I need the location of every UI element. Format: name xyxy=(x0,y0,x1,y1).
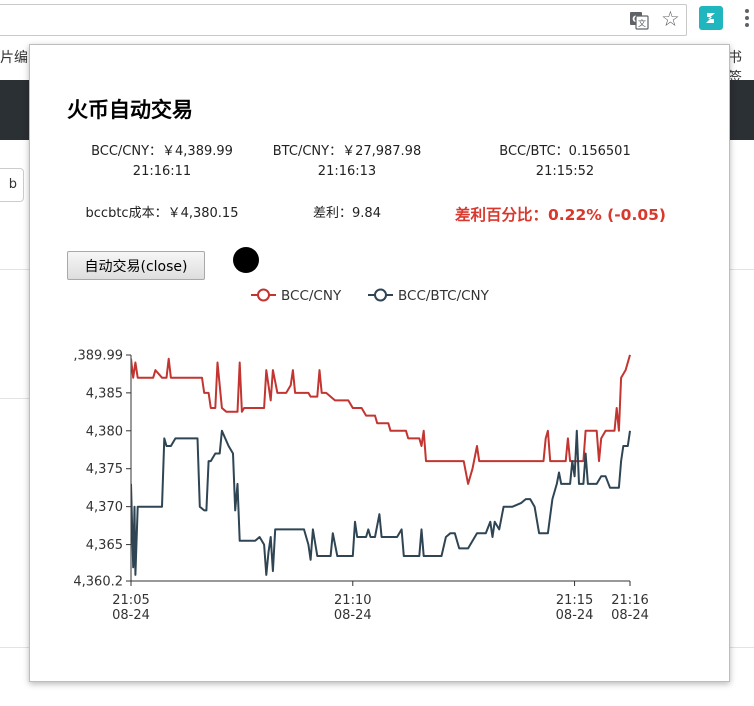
x-tick-label-date: 08-24 xyxy=(334,608,372,623)
legend-label: BCC/BTC/CNY xyxy=(398,288,490,304)
background-navbar xyxy=(0,80,30,140)
series-line-1 xyxy=(131,429,631,576)
popup-title: 火币自动交易 xyxy=(67,98,193,122)
x-tick-label-date: 08-24 xyxy=(112,608,150,623)
legend-marker-circle xyxy=(257,288,270,302)
bookmarks-bar-left[interactable]: 片编 xyxy=(0,47,28,67)
x-tick-label-time: 21:05 xyxy=(112,593,149,608)
y-tick-label: 4,365 xyxy=(86,538,123,553)
price-difference: 差利：9.84 xyxy=(313,206,381,221)
legend-marker-circle xyxy=(374,288,387,302)
bccbtc-cost: bccbtc成本：￥4,380.15 xyxy=(85,206,239,221)
series-line-0 xyxy=(131,354,631,485)
btc-cny-price: BTC/CNY：￥27,987.98 21:16:13 xyxy=(252,142,442,182)
divider xyxy=(0,269,30,270)
divider xyxy=(729,647,754,648)
y-tick-label: 4,385 xyxy=(86,386,123,401)
divider xyxy=(0,398,30,399)
extension-popup: 火币自动交易 BCC/CNY：￥4,389.99 21:16:11 BTC/CN… xyxy=(29,44,730,682)
menu-icon[interactable] xyxy=(745,9,749,29)
y-tick-label: 4,360.2 xyxy=(73,575,123,590)
bcc-btc-price-value: BCC/BTC：0.156501 xyxy=(499,144,631,159)
background-navbar xyxy=(729,80,754,140)
btc-cny-price-value: BTC/CNY：￥27,987.98 xyxy=(272,144,422,159)
x-tick-label-date: 08-24 xyxy=(611,608,649,623)
x-tick-label-time: 21:16 xyxy=(611,593,648,608)
bcc-btc-price: BCC/BTC：0.156501 21:15:52 xyxy=(465,142,665,182)
x-tick-label-date: 08-24 xyxy=(556,608,594,623)
legend-label: BCC/CNY xyxy=(281,288,342,304)
svg-text:文: 文 xyxy=(638,18,646,28)
divider xyxy=(729,269,754,270)
auto-trade-button[interactable]: 自动交易(close) xyxy=(67,251,205,280)
divider xyxy=(0,647,30,648)
x-tick-label-time: 21:15 xyxy=(556,593,593,608)
address-bar[interactable] xyxy=(0,4,687,36)
y-tick-label: 4,375 xyxy=(86,462,123,477)
x-tick-label-time: 21:10 xyxy=(334,593,371,608)
status-indicator-dot xyxy=(233,247,259,273)
bcc-cny-price-value: BCC/CNY：￥4,389.99 xyxy=(91,144,233,159)
star-icon[interactable]: ☆ xyxy=(661,8,680,30)
bcc-btc-price-time: 21:15:52 xyxy=(535,164,595,179)
bcc-cny-price: BCC/CNY：￥4,389.99 21:16:11 xyxy=(72,142,252,182)
price-line-chart: 4,360.2 4,365 4,370 4,375 4,380 4,385 ,389.99 2… xyxy=(73,288,649,623)
bcc-cny-price-time: 21:16:11 xyxy=(132,164,192,179)
y-tick-label: 4,380 xyxy=(86,424,123,439)
extension-icon[interactable] xyxy=(699,6,723,30)
difference-percentage: 差利百分比：0.22% (-0.05) xyxy=(455,206,667,224)
y-tick-label: 4,370 xyxy=(86,500,123,515)
y-tick-label: ,389.99 xyxy=(73,349,123,364)
background-button[interactable]: b xyxy=(0,168,24,202)
btc-cny-price-time: 21:16:13 xyxy=(317,164,377,179)
translate-icon[interactable]: G 文 xyxy=(629,10,649,30)
